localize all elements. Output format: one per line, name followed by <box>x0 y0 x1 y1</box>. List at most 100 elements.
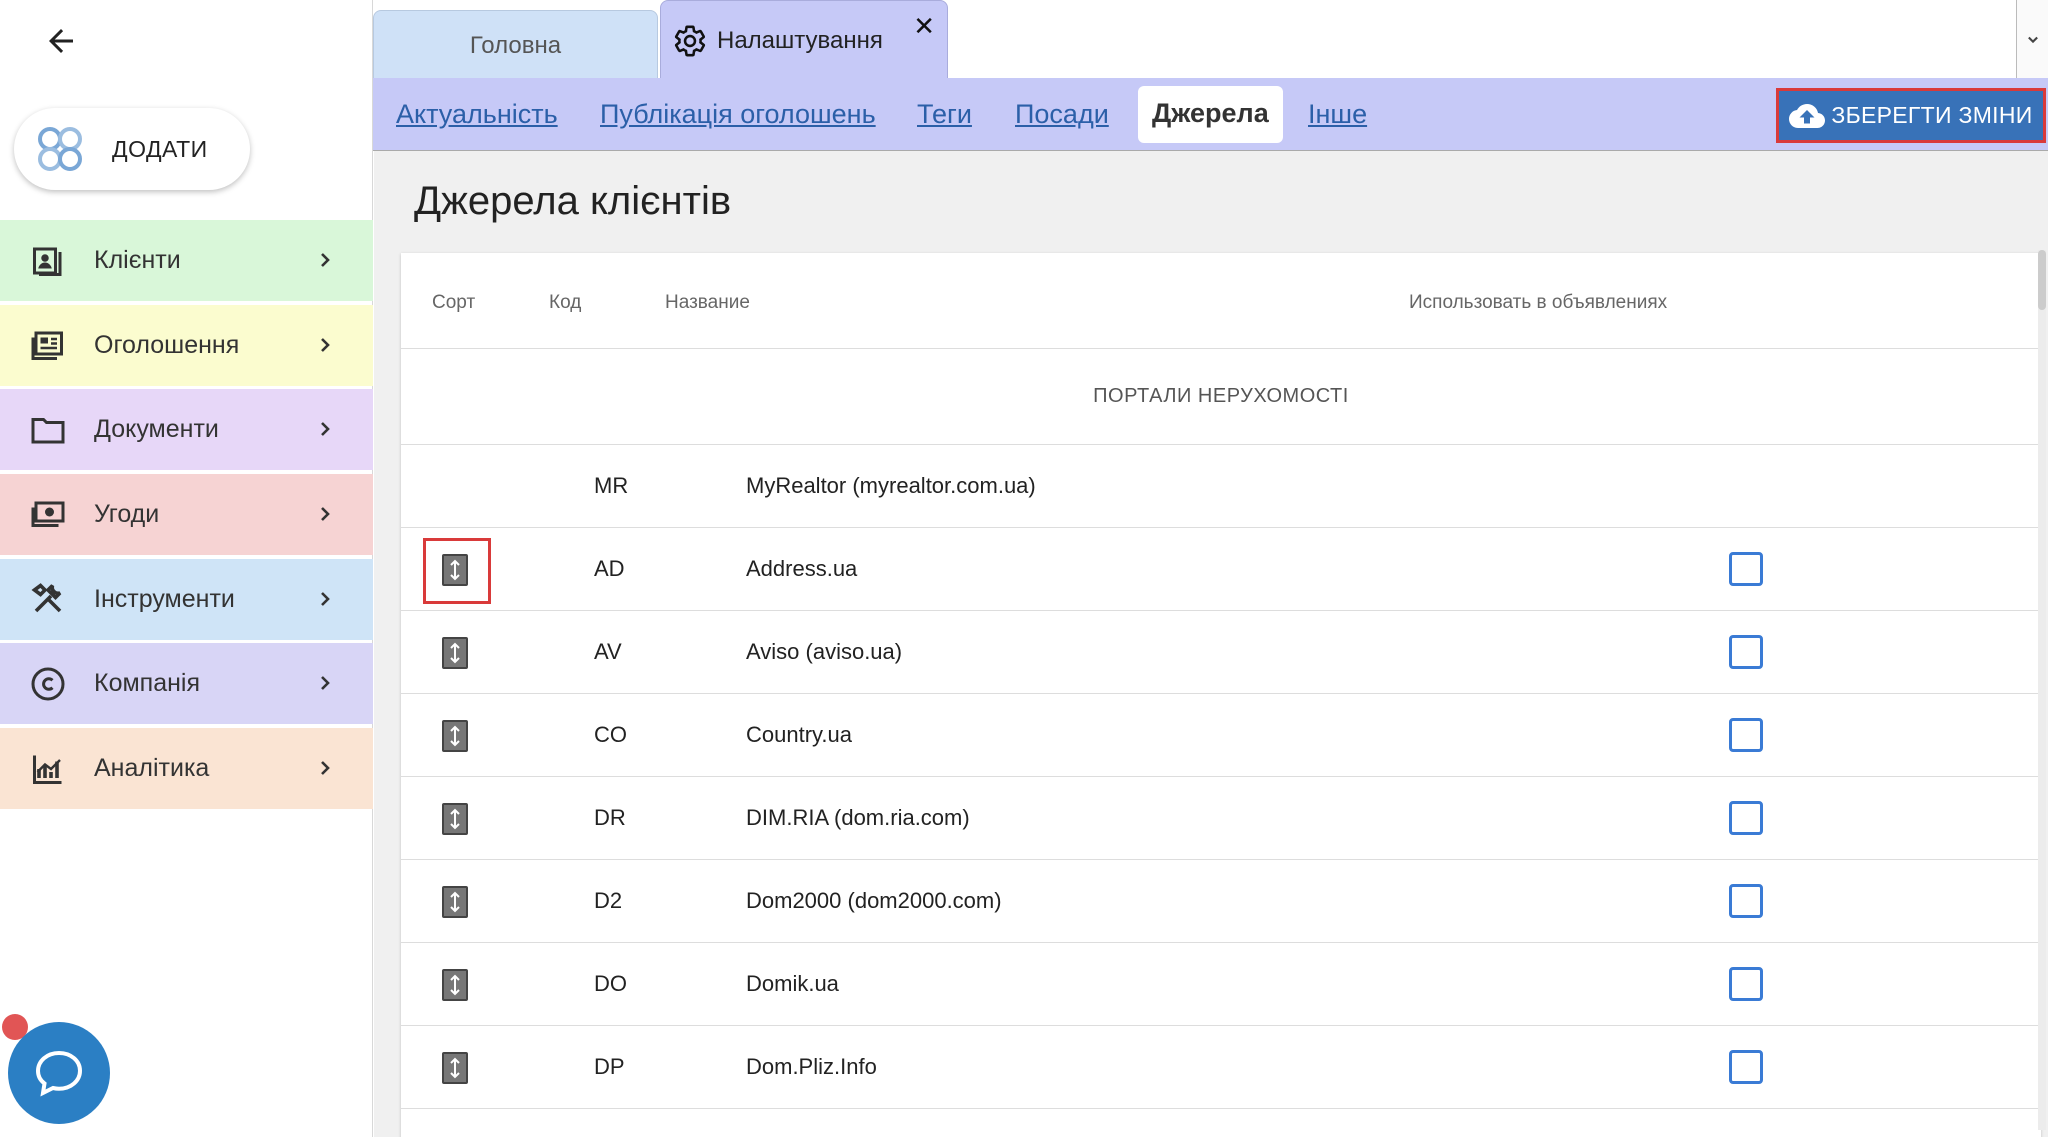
use-in-ads-checkbox[interactable] <box>1729 635 1763 669</box>
tab-settings-label: Налаштування <box>717 26 883 54</box>
chevron-right-icon <box>313 756 337 785</box>
arrow-left-icon <box>49 29 73 53</box>
table-row: MR MyRealtor (myrealtor.com.ua) <box>401 445 2041 528</box>
row-name: Dom2000 (dom2000.com) <box>746 888 1002 913</box>
add-button[interactable]: ДОДАТИ <box>14 108 250 190</box>
chevron-right-icon <box>313 671 337 700</box>
row-code: DP <box>594 1054 625 1079</box>
table-row: DP Dom.Pliz.Info <box>401 1026 2041 1109</box>
sidebar-item-label: Оголошення <box>94 330 240 359</box>
chevron-down-icon <box>2027 36 2038 44</box>
row-name: DIM.RIA (dom.ria.com) <box>746 805 970 830</box>
row-code: DR <box>594 805 626 830</box>
row-name: Domik.ua <box>746 971 839 996</box>
table-header: Сорт Код Название Использовать в объявле… <box>401 253 2041 349</box>
folder-icon <box>28 410 68 450</box>
use-in-ads-checkbox[interactable] <box>1729 1050 1763 1084</box>
chevron-right-icon <box>313 248 337 277</box>
use-in-ads-checkbox[interactable] <box>1729 552 1763 586</box>
sidebar-item-label: Документи <box>94 415 219 444</box>
gear-icon <box>674 25 706 56</box>
sidebar-item-4[interactable]: Інструменти <box>0 558 373 640</box>
sidebar-item-label: Клієнти <box>94 246 181 274</box>
analytics-icon <box>28 749 68 789</box>
chevron-right-icon <box>313 502 337 531</box>
sidebar-item-label: Угоди <box>94 500 160 529</box>
use-in-ads-checkbox[interactable] <box>1729 718 1763 752</box>
use-in-ads-checkbox[interactable] <box>1729 801 1763 835</box>
sidebar: ДОДАТИ Клієнти Оголошення Документи Угоди Ін… <box>0 0 373 1137</box>
tabs-dropdown-button[interactable] <box>2016 0 2048 80</box>
row-code: D2 <box>594 888 623 913</box>
sidebar-item-3[interactable]: Угоди <box>0 474 373 556</box>
subnav-item-publication[interactable]: Публікація оголошень <box>600 99 876 130</box>
header-code: Код <box>549 292 582 313</box>
highlight-annotation <box>423 538 491 604</box>
sidebar-item-label: Компанія <box>94 669 200 698</box>
row-name: MyRealtor (myrealtor.com.ua) <box>746 473 1036 498</box>
sidebar-item-label: Аналітика <box>94 754 210 783</box>
table-row: DR DIM.RIA (dom.ria.com) <box>401 777 2041 860</box>
sidebar-item-5[interactable]: Компанія <box>0 643 373 725</box>
sidebar-item-6[interactable]: Аналітика <box>0 728 373 810</box>
logo-icon <box>38 127 82 171</box>
close-icon[interactable]: ✕ <box>913 11 935 42</box>
cloud-upload-icon <box>1789 103 1826 128</box>
sidebar-item-label: Інструменти <box>94 584 235 613</box>
subnav-item-tags[interactable]: Теги <box>917 99 972 130</box>
sidebar-nav: Клієнти Оголошення Документи Угоди Інструмен… <box>0 220 373 813</box>
drag-handle-icon[interactable] <box>442 1052 468 1084</box>
row-code: CO <box>594 722 627 747</box>
chevron-right-icon <box>313 587 337 616</box>
table-row: AV Aviso (aviso.ua) <box>401 611 2041 694</box>
tools-icon <box>28 579 68 619</box>
drag-handle-icon[interactable] <box>442 637 468 669</box>
drag-handle-icon[interactable] <box>442 803 468 835</box>
row-code: DO <box>594 971 627 996</box>
money-icon <box>28 495 68 535</box>
tab-settings[interactable]: Налаштування ✕ <box>660 0 948 80</box>
chat-button[interactable] <box>8 1022 110 1124</box>
subnav-item-actuality[interactable]: Актуальність <box>396 99 558 130</box>
drag-handle-icon[interactable] <box>442 886 468 918</box>
row-code: MR <box>594 473 629 498</box>
add-button-label: ДОДАТИ <box>112 135 208 162</box>
group-header: ПОРТАЛИ НЕРУХОМОСТІ <box>401 349 2041 445</box>
tab-home[interactable]: Головна <box>373 10 658 80</box>
subnav-item-sources[interactable]: Джерела <box>1138 86 1283 143</box>
use-in-ads-checkbox[interactable] <box>1729 967 1763 1001</box>
subnav-item-other[interactable]: Інше <box>1308 99 1367 130</box>
chevron-right-icon <box>313 333 337 362</box>
sidebar-item-1[interactable]: Оголошення <box>0 304 373 386</box>
row-code: AV <box>594 639 622 664</box>
back-button[interactable] <box>40 20 82 62</box>
drag-handle-icon[interactable] <box>442 720 468 752</box>
chat-icon <box>35 1050 83 1097</box>
scrollbar[interactable] <box>2038 250 2046 1130</box>
contact-card-icon <box>28 241 68 281</box>
use-in-ads-checkbox[interactable] <box>1729 884 1763 918</box>
save-changes-label: ЗБЕРЕГТИ ЗМІНИ <box>1831 102 2033 128</box>
row-name: Address.ua <box>746 556 858 581</box>
page-title: Джерела клієнтів <box>414 179 732 223</box>
sidebar-item-2[interactable]: Документи <box>0 389 373 471</box>
table-row: DO Domik.ua <box>401 943 2041 1026</box>
save-changes-button[interactable]: ЗБЕРЕГТИ ЗМІНИ <box>1776 88 2046 143</box>
row-code: AD <box>594 556 625 581</box>
table-row: CO Country.ua <box>401 694 2041 777</box>
scrollbar-thumb[interactable] <box>2038 250 2046 310</box>
table-row: AD Address.ua <box>401 528 2041 611</box>
header-name: Название <box>665 292 750 313</box>
header-sort: Сорт <box>432 292 476 313</box>
sources-table: Сорт Код Название Использовать в объявле… <box>401 253 2041 1137</box>
row-name: Aviso (aviso.ua) <box>746 639 903 664</box>
subnav-item-positions[interactable]: Посади <box>1015 99 1109 130</box>
row-name: Dom.Pliz.Info <box>746 1054 877 1079</box>
sidebar-item-0[interactable]: Клієнти <box>0 220 373 301</box>
copyright-icon <box>28 664 68 704</box>
main-content: Джерела клієнтів Сорт Код Название Испол… <box>374 151 2048 1137</box>
tab-home-label: Головна <box>469 31 562 59</box>
drag-handle-icon[interactable] <box>442 969 468 1001</box>
table-row: D2 Dom2000 (dom2000.com) <box>401 860 2041 943</box>
chevron-right-icon <box>313 417 337 446</box>
